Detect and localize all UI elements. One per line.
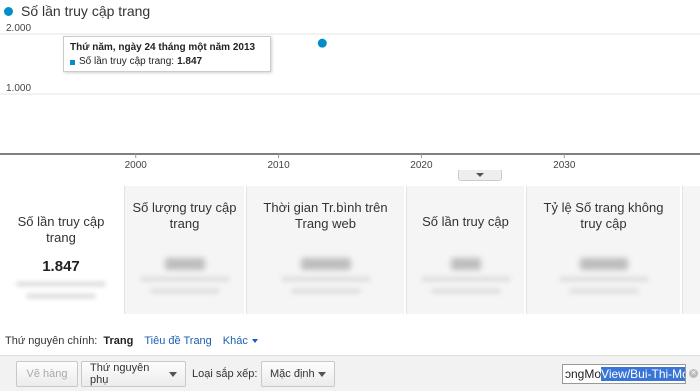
metric-title: Tỷ lệ Số trang không truy cập <box>543 200 664 231</box>
metric-title: Số lần truy cập trang <box>17 214 105 245</box>
chart-tooltip: Thứ năm, ngày 24 tháng một năm 2013 Số l… <box>63 36 271 72</box>
plot-rows-button[interactable]: Vẽ hàng <box>16 361 78 387</box>
tooltip-date: Thứ năm, ngày 24 tháng một năm 2013 <box>70 42 256 53</box>
metric-card-unique-pageviews[interactable]: Số lượng truy cập trang <box>124 186 244 314</box>
dimension-page-active: Trang <box>103 335 134 347</box>
metric-subtext-blurred <box>149 288 220 294</box>
dimension-other-dropdown[interactable]: Khác <box>223 335 258 347</box>
metric-card-overflow <box>682 186 700 314</box>
metric-value-blurred <box>450 258 481 270</box>
metric-value-blurred <box>579 258 628 270</box>
metric-card-pageviews[interactable]: Số lần truy cập trang 1.847 <box>0 186 122 314</box>
y-tick-label: 1.000 <box>6 83 31 94</box>
secondary-dimension-dropdown[interactable]: Thứ nguyên phụ <box>81 361 186 387</box>
dimension-other-label: Khác <box>222 335 248 347</box>
sort-type-dropdown[interactable]: Mặc định <box>261 361 335 387</box>
data-point <box>317 38 327 48</box>
dimension-page-title-link[interactable]: Tiêu đề Trang <box>144 335 211 347</box>
metric-subtext-blurred <box>290 288 361 294</box>
metric-subtext-blurred <box>16 281 106 287</box>
filter-text-selected: View/Bui-Thi-Mo <box>601 367 685 381</box>
chevron-down-icon <box>318 371 326 377</box>
chevron-down-icon <box>476 173 484 177</box>
sort-type-value: Mặc định <box>270 368 315 380</box>
legend-label: Số lần truy cập trang <box>21 3 151 19</box>
x-tick-label: 2010 <box>267 160 290 171</box>
metric-card-bounce-rate[interactable]: Tỷ lệ Số trang không truy cập <box>526 186 680 314</box>
metric-subtext-blurred <box>26 293 96 299</box>
chevron-down-icon <box>169 371 177 377</box>
metric-title: Số lượng truy cập trang <box>132 200 237 231</box>
sort-type-label: Loại sắp xếp: <box>192 368 258 380</box>
series-dot-icon <box>4 6 13 16</box>
tooltip-row: Số lần truy cập trang: 1.847 <box>70 55 264 69</box>
clear-icon[interactable]: ✕ <box>689 369 698 378</box>
x-tick-label: 2020 <box>410 160 433 171</box>
metric-subtext-blurred <box>430 288 501 294</box>
metric-subtext-blurred <box>280 276 371 282</box>
metric-title: Thời gian Tr.bình trên Trang web <box>263 200 388 231</box>
metric-subtext-blurred <box>420 276 511 282</box>
table-filter-input[interactable]: ɔngMo View/Bui-Thi-Mo <box>562 364 686 384</box>
metric-cards: Số lần truy cập trang 1.847 Số lượng tru… <box>0 186 700 314</box>
x-tick-label: 2000 <box>125 160 148 171</box>
tooltip-metric-label: Số lần truy cập trang: <box>79 56 175 67</box>
metric-value-blurred <box>164 258 205 270</box>
caret-down-icon <box>251 339 258 344</box>
tooltip-metric-value: 1.847 <box>177 56 203 67</box>
metric-card-entrances[interactable]: Số lần truy cập <box>406 186 524 314</box>
plot-rows-label: Vẽ hàng <box>26 368 68 380</box>
primary-dimension-label: Thứ nguyên chính: <box>5 335 98 347</box>
x-tick-label: 2030 <box>553 160 576 171</box>
primary-dimension-bar: Thứ nguyên chính: Trang Tiêu đề Trang Kh… <box>0 332 269 350</box>
metric-subtext-blurred <box>558 276 649 282</box>
chart-legend: Số lần truy cập trang <box>4 2 150 20</box>
metric-card-avg-time[interactable]: Thời gian Tr.bình trên Trang web <box>246 186 404 314</box>
metric-subtext-blurred <box>568 288 639 294</box>
tooltip-swatch-icon <box>70 59 75 65</box>
table-toolbar: Vẽ hàng Thứ nguyên phụ Loại sắp xếp: Mặc… <box>0 355 700 391</box>
chart-collapse-handle[interactable] <box>458 170 502 181</box>
filter-text-prefix: ɔngMo <box>565 367 602 381</box>
secondary-dimension-label: Thứ nguyên phụ <box>90 362 150 386</box>
metric-value-blurred <box>300 258 351 270</box>
metric-title: Số lần truy cập <box>422 214 509 229</box>
metric-subtext-blurred <box>139 276 230 282</box>
y-tick-label: 2.000 <box>6 24 31 34</box>
metric-value: 1.847 <box>42 258 80 275</box>
